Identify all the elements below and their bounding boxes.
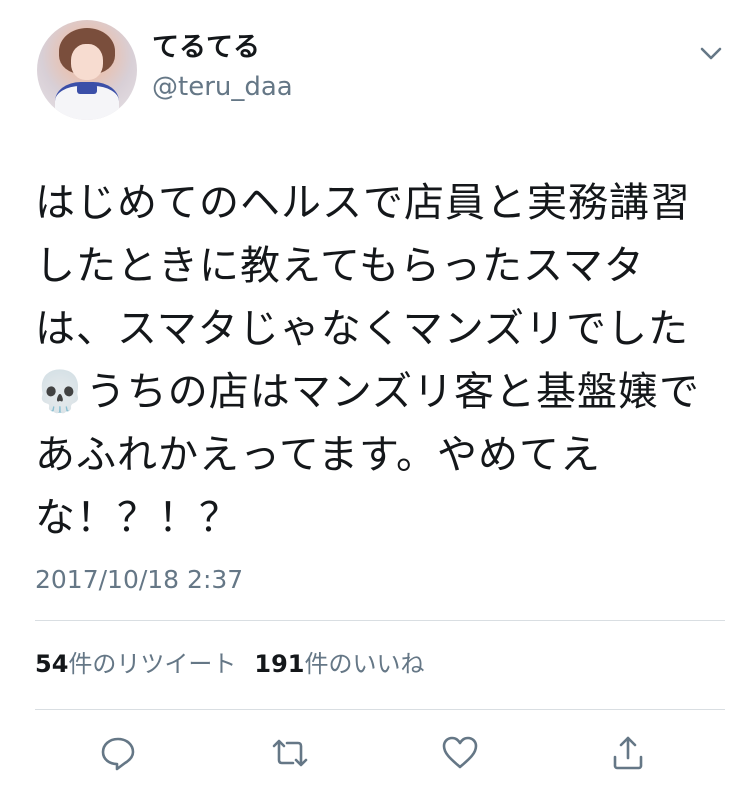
retweet-count[interactable]: 54	[35, 650, 68, 678]
divider	[35, 709, 725, 710]
tweet-detail: てるてる @teru_daa はじめてのヘルスで店員と実務講習したときに教えても…	[0, 0, 750, 799]
like-button[interactable]	[440, 733, 480, 773]
avatar-bow	[77, 84, 97, 94]
display-name[interactable]: てるてる	[152, 30, 260, 66]
retweet-button[interactable]	[270, 733, 310, 773]
retweet-label[interactable]: 件のリツイート	[68, 650, 236, 678]
tweet-timestamp[interactable]: 2017/10/18 2:37	[35, 562, 243, 598]
like-count[interactable]: 191	[254, 650, 304, 678]
share-button[interactable]	[608, 733, 648, 773]
chevron-down-icon[interactable]	[696, 38, 726, 68]
reply-icon	[101, 737, 135, 771]
tweet-text: はじめてのヘルスで店員と実務講習したときに教えてもらったスマタは、スマタじゃなく…	[35, 180, 701, 541]
like-label[interactable]: 件のいいね	[305, 650, 425, 678]
avatar-face	[71, 44, 103, 80]
heart-icon	[442, 736, 478, 769]
avatar[interactable]	[37, 20, 137, 120]
retweet-icon	[272, 739, 308, 767]
share-icon	[613, 736, 643, 770]
user-handle[interactable]: @teru_daa	[152, 70, 293, 104]
divider	[35, 620, 725, 621]
tweet-stats: 54件のリツイート 191件のいいね	[35, 646, 425, 682]
reply-button[interactable]	[98, 733, 138, 773]
